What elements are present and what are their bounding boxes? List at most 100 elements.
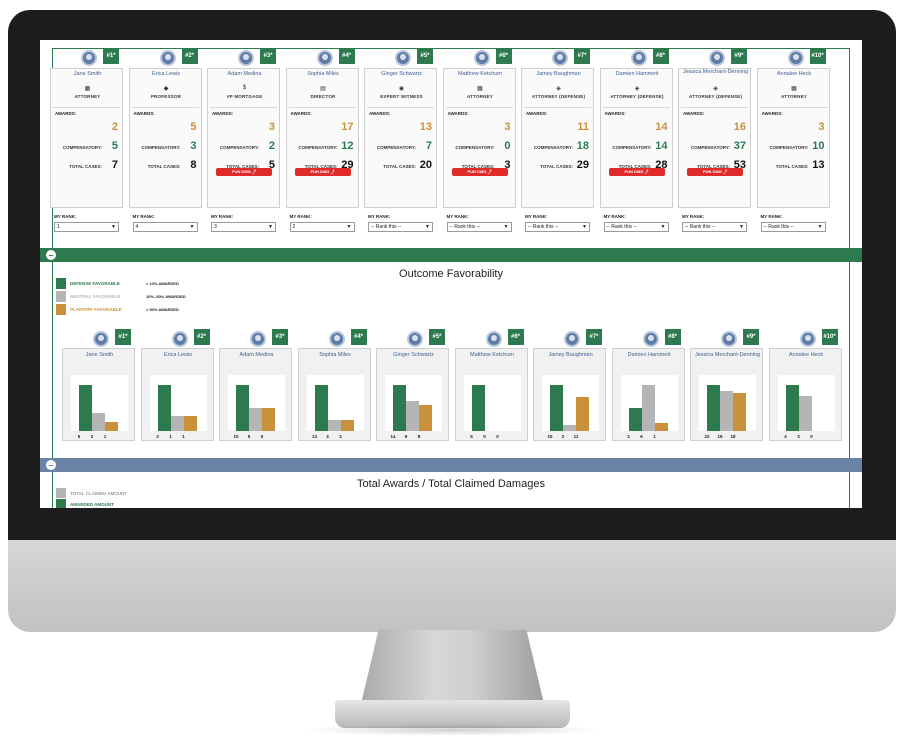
juror-name[interactable]: Jessica Merchant-Denning xyxy=(679,69,752,76)
favorability-chart xyxy=(236,385,275,431)
legend-key: AWARDED AMOUNT xyxy=(70,502,114,507)
pun-dmg-button[interactable]: PUN DMG ⤴ xyxy=(216,168,272,176)
my-rank-select[interactable]: 1 ▼ xyxy=(54,222,119,232)
stat-label: TOTAL CASES: xyxy=(540,164,573,169)
courthouse-icon: ▦ xyxy=(477,86,483,92)
bar-value-label: 1 xyxy=(653,434,656,439)
divider xyxy=(681,107,748,108)
bar-value-label: 0 xyxy=(496,434,499,439)
juror-name[interactable]: Sophia Miles xyxy=(299,352,372,359)
juror-role: ATTORNEY (DEFENSE) xyxy=(688,94,743,99)
my-rank-select[interactable]: 2 ▼ xyxy=(289,222,355,232)
my-rank-label: MY RANK: xyxy=(446,214,469,219)
avatar-icon xyxy=(721,331,737,347)
awards-label: AWARDS: xyxy=(290,111,312,116)
juror-name[interactable]: Erica Lewis xyxy=(130,71,203,77)
juror-name[interactable]: Damien Hammett xyxy=(613,352,686,359)
my-rank-select[interactable]: 3 ▼ xyxy=(211,222,276,232)
stat-label: COMPENSATORY: xyxy=(690,145,730,150)
juror-name[interactable]: Annalee Heck xyxy=(770,352,843,359)
bar-value-label: 15 xyxy=(547,434,553,439)
compensatory-stat: COMPENSATORY: 5 xyxy=(55,138,120,152)
favorability-chart xyxy=(157,385,197,431)
avatar-icon xyxy=(238,50,254,66)
awards-stat: 3 xyxy=(212,119,277,133)
bar-plaintiff-favorable xyxy=(654,423,668,431)
rank-badge: #7* xyxy=(586,329,602,345)
rank-badge: #2* xyxy=(181,48,198,64)
juror-name[interactable]: Matthew Ketchum xyxy=(456,352,529,359)
favorability-chart-card: #10* Annalee Heck 4 3 0 xyxy=(768,329,843,443)
rank-badge: #4* xyxy=(338,48,355,64)
juror-name[interactable]: Jamey Baughman xyxy=(534,352,607,359)
my-rank-select[interactable]: 4 ▼ xyxy=(132,222,198,232)
chevron-down-icon: ▼ xyxy=(268,224,273,230)
legend-key: PLAINTIFF FAVORABLE xyxy=(70,307,122,312)
my-rank-select[interactable]: -- Rank this -- ▼ xyxy=(446,222,512,232)
stat-value: 12 xyxy=(341,140,354,152)
juror-card: #3* Adam Medina $ VP MORTGAGE AWARDS: 3 COMPEN… xyxy=(207,44,280,234)
awards-label: AWARDS: xyxy=(604,111,626,116)
chart-card-body: Ginger Schwartz 14 9 8 xyxy=(376,348,449,441)
chart-card-body: Erica Lewis 3 1 1 xyxy=(140,348,215,441)
bar-neutral-favorable xyxy=(406,401,419,431)
bar-value-label: 2 xyxy=(561,434,565,439)
juror-role: EXPERT WITNESS xyxy=(380,94,423,99)
pun-dmg-button[interactable]: PUN DMG ⤴ xyxy=(451,168,508,176)
juror-card-body: Jessica Merchant-Denning ◈ ATTORNEY (DEFEN… xyxy=(678,68,751,208)
avatar-icon xyxy=(552,50,568,66)
pun-dmg-button[interactable]: PUN DMG ⤴ xyxy=(294,168,351,176)
bar-value-label: 13 xyxy=(311,434,317,439)
juror-name[interactable]: Jamey Baughman xyxy=(522,71,595,77)
bar-value-label: 18 xyxy=(730,434,736,439)
juror-name[interactable]: Matthew Ketchum xyxy=(444,71,517,77)
collapse-toggle-icon[interactable]: – xyxy=(46,460,56,470)
my-rank-value: -- Rank this -- xyxy=(449,224,480,230)
my-rank-label: MY RANK: xyxy=(368,214,391,219)
juror-name[interactable]: Jessica Merchant-Denning xyxy=(691,352,764,359)
juror-role: ATTORNEY xyxy=(781,94,807,99)
my-rank-select[interactable]: -- Rank this -- ▼ xyxy=(603,222,669,232)
bar-value-label: 5 xyxy=(77,434,81,439)
bar-plaintiff-favorable xyxy=(262,408,275,431)
favorability-chart-card: #9* Jessica Merchant-Denning 22 19 18 xyxy=(690,329,764,443)
bar-value-label: 3 xyxy=(797,434,800,439)
bar-value-label: 3 xyxy=(326,434,329,439)
rank-badge: #10* xyxy=(809,48,826,64)
juror-name[interactable]: Jane Smith xyxy=(63,352,136,359)
juror-name[interactable]: Jane Smith xyxy=(51,71,124,77)
juror-name[interactable]: Erica Lewis xyxy=(142,352,215,359)
juror-name[interactable]: Damien Hammett xyxy=(601,71,674,77)
chevron-down-icon: ▼ xyxy=(660,224,666,230)
juror-name[interactable]: Annalee Heck xyxy=(758,71,831,77)
pun-dmg-button[interactable]: PUN DMG ⤴ xyxy=(687,168,743,176)
favorability-chart xyxy=(707,385,746,431)
awards-stat: 5 xyxy=(134,119,199,133)
collapse-toggle-icon[interactable]: – xyxy=(46,250,56,260)
stat-value: 11 xyxy=(577,121,589,133)
juror-name[interactable]: Ginger Schwartz xyxy=(377,352,450,359)
favorability-plot xyxy=(699,375,756,431)
my-rank-select[interactable]: -- Rank this -- ▼ xyxy=(368,222,433,232)
bar-defense-favorable xyxy=(157,385,171,431)
bar-defense-favorable xyxy=(550,385,563,431)
rank-badge: #8* xyxy=(664,329,681,345)
my-rank-select[interactable]: -- Rank this -- ▼ xyxy=(525,222,590,232)
favorability-chart xyxy=(785,385,812,431)
pun-dmg-button[interactable]: PUN DMG ⤴ xyxy=(608,168,665,176)
juror-name[interactable]: Adam Medina xyxy=(220,352,293,359)
my-rank-select[interactable]: -- Rank this -- ▼ xyxy=(760,222,826,232)
favorability-chart-card: #8* Damien Hammett 3 6 1 xyxy=(611,329,686,443)
juror-name[interactable]: Sophia Miles xyxy=(287,71,360,77)
juror-name[interactable]: Ginger Schwartz xyxy=(365,71,438,77)
favorability-chart-card: #4* Sophia Miles 13 3 3 xyxy=(297,329,372,443)
stat-label: COMPENSATORY: xyxy=(219,145,259,150)
avatar-icon xyxy=(630,50,647,66)
bar-value-label: 0 xyxy=(483,434,486,439)
juror-name[interactable]: Adam Medina xyxy=(208,71,281,77)
stat-value: 7 xyxy=(425,140,432,152)
juror-card: #6* Matthew Ketchum ▦ ATTORNEY AWARDS: 3 COMPE… xyxy=(442,44,517,234)
bar-defense-favorable xyxy=(314,385,328,431)
rank-badge: #6* xyxy=(507,329,524,345)
my-rank-select[interactable]: -- Rank this -- ▼ xyxy=(682,222,747,232)
